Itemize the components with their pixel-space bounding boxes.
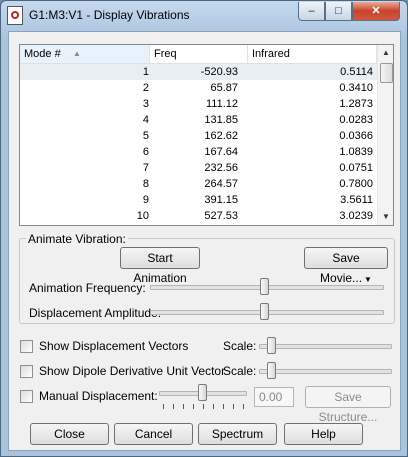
close-button[interactable]: Close	[30, 423, 109, 445]
displacement-scale-track[interactable]	[259, 344, 392, 349]
animation-frequency-label: Animation Frequency:	[29, 281, 146, 295]
start-animation-button[interactable]: Start Animation	[120, 247, 200, 285]
scroll-down-icon[interactable]: ▼	[378, 209, 393, 225]
window-title: G1:M3:V1 - Display Vibrations	[29, 8, 190, 22]
table-row[interactable]: 1 -520.93 0.5114	[20, 64, 377, 80]
scrollbar-thumb[interactable]	[380, 63, 393, 83]
column-header-infrared[interactable]: Infrared	[248, 45, 377, 63]
table-row[interactable]: 9 391.15 3.5611	[20, 192, 377, 208]
dipole-scale-label: Scale:	[223, 364, 257, 378]
table-row[interactable]: 3 111.12 1.2873	[20, 96, 377, 112]
table-row[interactable]: 7 232.56 0.0751	[20, 160, 377, 176]
dropdown-arrow-icon: ▼	[364, 275, 372, 284]
save-movie-button[interactable]: Save Movie... ▼	[304, 247, 388, 285]
table-row[interactable]: 5 162.62 0.0366	[20, 128, 377, 144]
title-bar[interactable]: G1:M3:V1 - Display Vibrations – □ ✕	[1, 1, 407, 29]
table-row[interactable]: 2 65.87 0.3410	[20, 80, 377, 96]
manual-displacement-input[interactable]: 0.00	[254, 387, 294, 407]
close-window-button[interactable]: ✕	[352, 2, 400, 21]
dipole-scale-slider[interactable]	[267, 362, 276, 379]
displacement-scale-label: Scale:	[223, 339, 257, 353]
manual-displacement-label: Manual Displacement:	[39, 389, 158, 403]
help-button[interactable]: Help	[284, 423, 363, 445]
column-header-mode[interactable]: Mode # ▲	[20, 45, 150, 63]
scroll-up-icon[interactable]: ▲	[378, 45, 393, 61]
dialog-body: Mode # ▲ Freq Infrared 1 -520.93 0.5114 …	[8, 31, 401, 451]
table-row[interactable]: 4 131.85 0.0283	[20, 112, 377, 128]
table-header: Mode # ▲ Freq Infrared	[20, 45, 377, 64]
table-scrollbar[interactable]: ▲ ▼	[377, 45, 393, 225]
displacement-amplitude-label: Displacement Amplitude:	[29, 306, 162, 320]
save-structure-button[interactable]: Save Structure...	[305, 386, 391, 424]
maximize-button[interactable]: □	[325, 2, 352, 21]
displacement-amplitude-slider[interactable]	[260, 303, 269, 320]
table-row[interactable]: 8 264.57 0.7800	[20, 176, 377, 192]
animation-frequency-slider[interactable]	[260, 278, 269, 295]
table-row[interactable]: 10 527.53 3.0239	[20, 208, 377, 224]
minimize-button[interactable]: –	[298, 2, 325, 21]
animate-vibration-label: Animate Vibration:	[26, 232, 128, 246]
table-row[interactable]: 6 167.64 1.0839	[20, 144, 377, 160]
show-displacement-vectors-label: Show Displacement Vectors	[39, 339, 189, 353]
gaussview-app-icon	[7, 6, 23, 25]
show-displacement-vectors-checkbox[interactable]	[20, 340, 33, 353]
spectrum-button[interactable]: Spectrum	[198, 423, 277, 445]
manual-displacement-ticks	[163, 404, 249, 409]
column-header-freq[interactable]: Freq	[150, 45, 248, 63]
dipole-scale-track[interactable]	[259, 369, 392, 374]
show-dipole-checkbox[interactable]	[20, 365, 33, 378]
displacement-scale-slider[interactable]	[267, 337, 276, 354]
show-dipole-label: Show Dipole Derivative Unit Vector	[39, 364, 226, 378]
sort-ascending-icon: ▲	[73, 49, 81, 58]
manual-displacement-slider[interactable]	[198, 384, 207, 401]
vibrations-table[interactable]: Mode # ▲ Freq Infrared 1 -520.93 0.5114 …	[19, 44, 394, 226]
cancel-button[interactable]: Cancel	[114, 423, 193, 445]
manual-displacement-checkbox[interactable]	[20, 390, 33, 403]
display-vibrations-window: G1:M3:V1 - Display Vibrations – □ ✕ Mode…	[0, 0, 408, 457]
